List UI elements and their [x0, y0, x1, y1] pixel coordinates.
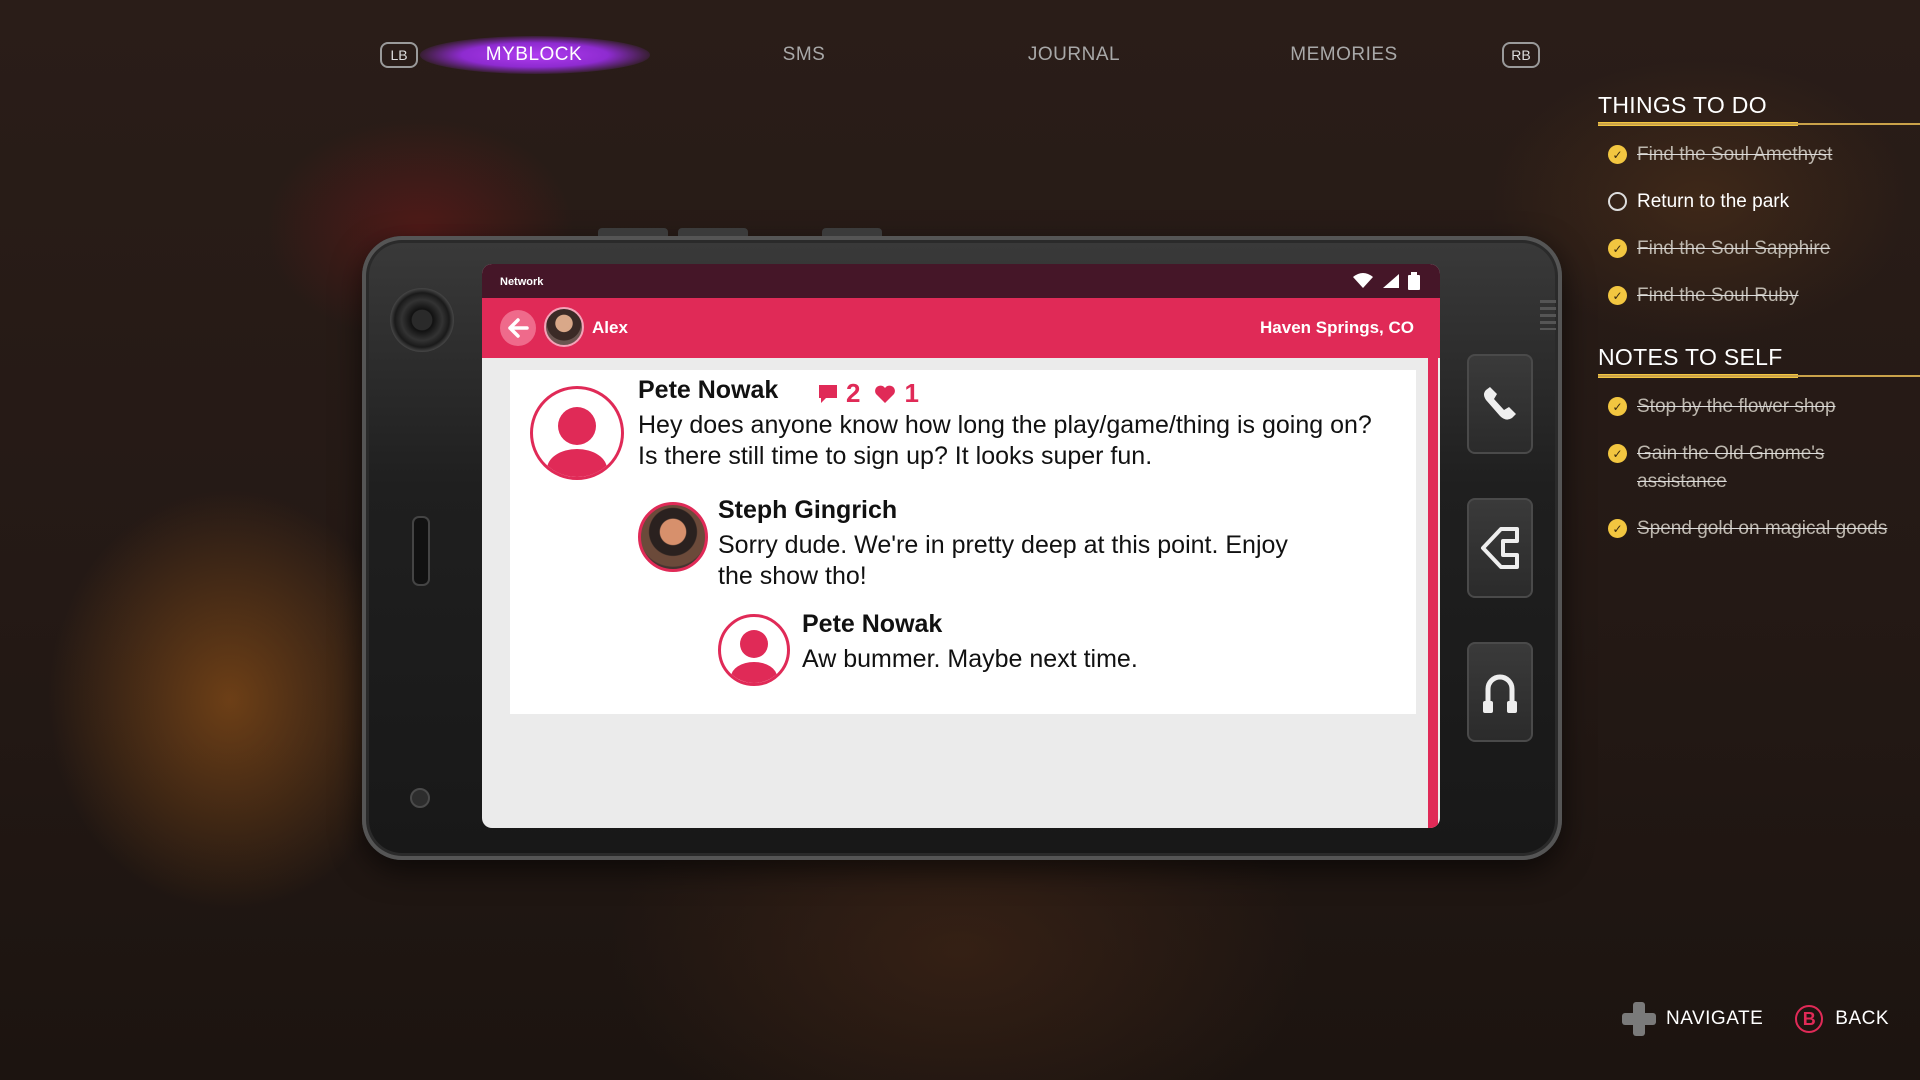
back-arrow-button[interactable] — [500, 310, 536, 346]
list-item: ✓ Gain the Old Gnome's assistance — [1608, 440, 1920, 496]
user-name: Alex — [592, 318, 628, 337]
things-to-do-title: THINGS TO DO — [1598, 92, 1920, 126]
b-button-icon: B — [1795, 1005, 1824, 1033]
microphone-dot — [410, 788, 430, 808]
back-arrow-icon — [508, 318, 529, 338]
phone-call-button[interactable] — [1467, 354, 1533, 454]
post-text: Hey does anyone know how long the play/g… — [638, 410, 1372, 472]
tab-memories[interactable]: MEMORIES — [1244, 44, 1444, 66]
check-icon: ✓ — [1608, 397, 1627, 416]
side-grille — [1540, 300, 1556, 330]
phone-icon — [1484, 387, 1516, 420]
home-icon — [1481, 527, 1519, 569]
post-stats: 2 1 — [818, 378, 919, 409]
list-item: ✓ Stop by the flower shop — [1608, 393, 1920, 421]
task-text: Find the Soul Ruby — [1637, 285, 1799, 306]
reply-text-line: Sorry dude. We're in pretty deep at this… — [718, 531, 1288, 559]
scrollbar[interactable] — [1428, 358, 1438, 828]
battery-icon — [1408, 272, 1420, 290]
list-item: ✓ Spend gold on magical goods — [1608, 515, 1920, 543]
note-text: Stop by the flower shop — [1637, 396, 1836, 417]
status-icons — [1352, 272, 1420, 290]
back-prompt[interactable]: BACK — [1835, 1008, 1889, 1030]
lb-bumper-button[interactable]: LB — [380, 42, 418, 68]
headphones-button[interactable] — [1467, 642, 1533, 742]
list-item: ✓ Find the Soul Amethyst — [1608, 141, 1920, 169]
post-text-line: Is there still time to sign up? It looks… — [638, 442, 1153, 470]
post-card: Pete Nowak 2 1 Hey does anyone know how … — [510, 370, 1416, 714]
notes-to-self-list: ✓ Stop by the flower shop ✓ Gain the Old G… — [1608, 393, 1920, 543]
location-label: Haven Springs, CO — [1260, 318, 1414, 337]
phone-device: Network Alex Haven Springs, CO Pete Nowa… — [362, 228, 1562, 860]
user-avatar — [544, 307, 584, 347]
avatar-placeholder — [718, 614, 790, 686]
post-author: Pete Nowak — [638, 376, 779, 404]
task-text: Find the Soul Amethyst — [1637, 144, 1833, 165]
check-icon: ✓ — [1608, 145, 1627, 164]
app-header: Alex Haven Springs, CO — [482, 298, 1440, 358]
reply-text: Aw bummer. Maybe next time. — [802, 645, 1138, 673]
phone-top-button — [678, 228, 748, 236]
list-item: Return to the park — [1608, 188, 1920, 216]
note-text: Spend gold on magical goods — [1637, 518, 1888, 539]
phone-top-button — [822, 228, 882, 236]
reply-text: Sorry dude. We're in pretty deep at this… — [718, 530, 1288, 592]
top-tab-bar: LB MYBLOCK SMS JOURNAL MEMORIES RB — [380, 36, 1540, 78]
check-icon: ✓ — [1608, 444, 1627, 463]
speaker-grille — [412, 516, 430, 586]
headphones-icon — [1483, 674, 1517, 713]
avatar-placeholder — [530, 386, 624, 480]
signal-icon — [1383, 274, 1399, 288]
status-bar: Network — [482, 264, 1440, 298]
wifi-icon — [1353, 273, 1373, 288]
tab-sms[interactable]: SMS — [704, 44, 904, 66]
check-icon: ✓ — [1608, 286, 1627, 305]
check-icon: ✓ — [1608, 519, 1627, 538]
heart-icon — [875, 385, 896, 403]
reply-author: Pete Nowak — [802, 610, 943, 638]
phone-top-button — [598, 228, 668, 236]
task-text: Return to the park — [1637, 191, 1790, 212]
rb-bumper-button[interactable]: RB — [1502, 42, 1540, 68]
things-to-do-list: ✓ Find the Soul Amethyst Return to the pa… — [1608, 141, 1920, 310]
comment-icon — [819, 384, 837, 403]
home-button[interactable] — [1467, 498, 1533, 598]
empty-circle-icon — [1608, 192, 1627, 211]
check-icon: ✓ — [1608, 239, 1627, 258]
reply-text-line: the show tho! — [718, 562, 867, 590]
navigate-prompt[interactable]: NAVIGATE — [1666, 1008, 1763, 1030]
like-count: 1 — [904, 378, 919, 408]
camera-lens-icon — [390, 288, 454, 352]
phone-screen: Network Alex Haven Springs, CO Pete Nowa… — [482, 264, 1440, 828]
task-text: Find the Soul Sapphire — [1637, 238, 1831, 259]
button-prompts: NAVIGATE B BACK — [1622, 1002, 1889, 1036]
list-item: ✓ Find the Soul Ruby — [1608, 282, 1920, 310]
notes-to-self-title: NOTES TO SELF — [1598, 344, 1920, 378]
network-label: Network — [500, 276, 544, 288]
dpad-icon — [1622, 1002, 1656, 1036]
tab-journal[interactable]: JOURNAL — [974, 44, 1174, 66]
steph-avatar — [638, 502, 708, 572]
list-item: ✓ Find the Soul Sapphire — [1608, 235, 1920, 263]
reply-author: Steph Gingrich — [718, 496, 898, 524]
tab-myblock[interactable]: MYBLOCK — [434, 44, 634, 66]
note-text: Gain the Old Gnome's assistance — [1637, 443, 1825, 492]
post-text-line: Hey does anyone know how long the play/g… — [638, 411, 1372, 439]
objectives-panel: THINGS TO DO ✓ Find the Soul Amethyst Ret… — [1598, 92, 1920, 562]
comment-count: 2 — [846, 378, 861, 408]
